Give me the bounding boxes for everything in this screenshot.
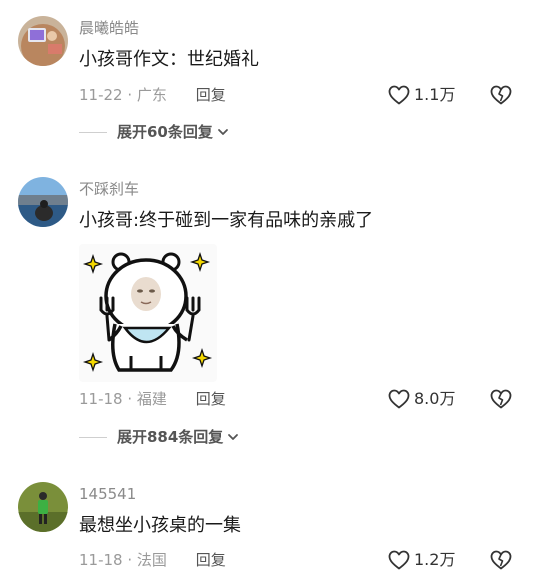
- divider-line: [79, 131, 107, 133]
- avatar[interactable]: [18, 482, 68, 532]
- broken-heart-icon: [490, 85, 512, 105]
- like-count: 8.0万: [414, 389, 456, 408]
- chevron-down-icon: [217, 129, 228, 135]
- meta-separator: ·: [122, 86, 137, 104]
- username[interactable]: 不踩刹车: [79, 179, 139, 199]
- comment-location: 法国: [136, 551, 167, 569]
- meta-separator: ·: [122, 390, 137, 408]
- comment-location: 福建: [136, 390, 167, 408]
- username[interactable]: 晨曦皓皓: [79, 18, 139, 38]
- chevron-down-icon: [228, 434, 239, 440]
- avatar[interactable]: [18, 177, 68, 227]
- bear-sticker: [79, 244, 217, 382]
- broken-heart-icon: [490, 389, 512, 409]
- divider-line: [79, 436, 107, 438]
- broken-heart-icon: [490, 550, 512, 570]
- heart-outline-icon: [388, 85, 410, 105]
- like-count: 1.2万: [414, 550, 456, 569]
- heart-outline-icon: [388, 389, 410, 409]
- reply-button[interactable]: 回复: [196, 86, 226, 104]
- comment-location: 广东: [136, 86, 167, 104]
- expand-replies-label: 展开884条回复: [117, 428, 224, 446]
- reply-button[interactable]: 回复: [196, 551, 226, 569]
- comment-meta: 11-22 · 广东 回复: [79, 84, 226, 106]
- sticker-image: [79, 244, 217, 382]
- like-button[interactable]: 8.0万: [387, 387, 455, 411]
- reply-button[interactable]: 回复: [196, 390, 226, 408]
- comment-text: 小孩哥作文：世纪婚礼: [79, 49, 259, 70]
- expand-replies-button[interactable]: 展开884条回复: [79, 426, 240, 448]
- comment-text: 小孩哥:终于碰到一家有品味的亲戚了: [79, 210, 374, 231]
- meta-separator: ·: [122, 551, 137, 569]
- comment-date: 11-18: [79, 551, 123, 569]
- username[interactable]: 145541: [79, 484, 136, 504]
- like-button[interactable]: 1.2万: [387, 548, 455, 572]
- comment-text: 最想坐小孩桌的一集: [79, 515, 241, 536]
- comment-meta: 11-18 · 法国 回复: [79, 549, 226, 571]
- comment-meta: 11-18 · 福建 回复: [79, 388, 226, 410]
- dislike-button[interactable]: [489, 387, 513, 411]
- avatar[interactable]: [18, 16, 68, 66]
- dislike-button[interactable]: [489, 548, 513, 572]
- comment-date: 11-22: [79, 86, 123, 104]
- like-button[interactable]: 1.1万: [387, 83, 455, 107]
- comment-date: 11-18: [79, 390, 123, 408]
- dislike-button[interactable]: [489, 83, 513, 107]
- heart-outline-icon: [388, 550, 410, 570]
- expand-replies-button[interactable]: 展开60条回复: [79, 121, 230, 143]
- expand-replies-label: 展开60条回复: [117, 123, 213, 141]
- like-count: 1.1万: [414, 85, 456, 104]
